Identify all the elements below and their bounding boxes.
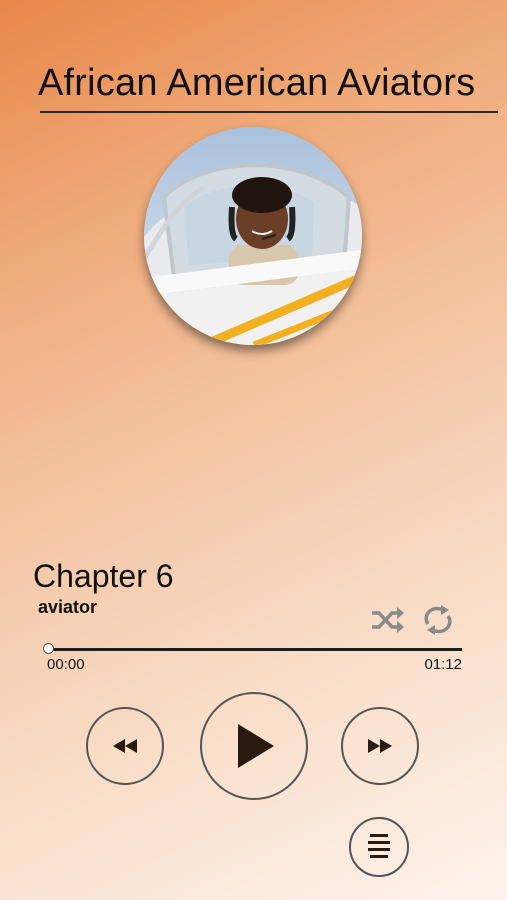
app-title: African American Aviators [38, 62, 476, 104]
current-time: 00:00 [47, 656, 85, 673]
chapter-list-button[interactable] [349, 817, 409, 877]
track-subtitle: aviator [38, 597, 98, 617]
repeat-button[interactable] [418, 603, 458, 637]
duration-time: 01:12 [424, 656, 462, 673]
shuffle-button[interactable] [368, 603, 408, 637]
fast-forward-icon [368, 739, 392, 753]
play-icon [238, 724, 274, 768]
menu-icon [368, 834, 390, 858]
chapter-title: Chapter 6 [33, 558, 174, 594]
fast-forward-button[interactable] [341, 707, 419, 785]
title-divider [40, 111, 498, 113]
rewind-icon [113, 739, 137, 753]
cover-art-photo [144, 127, 362, 345]
rewind-button[interactable] [86, 707, 164, 785]
progress-track[interactable] [48, 648, 462, 651]
repeat-icon [424, 605, 452, 635]
play-button[interactable] [200, 692, 308, 800]
shuffle-icon [372, 607, 404, 633]
progress-thumb[interactable] [43, 643, 54, 654]
cover-artwork [144, 127, 362, 345]
